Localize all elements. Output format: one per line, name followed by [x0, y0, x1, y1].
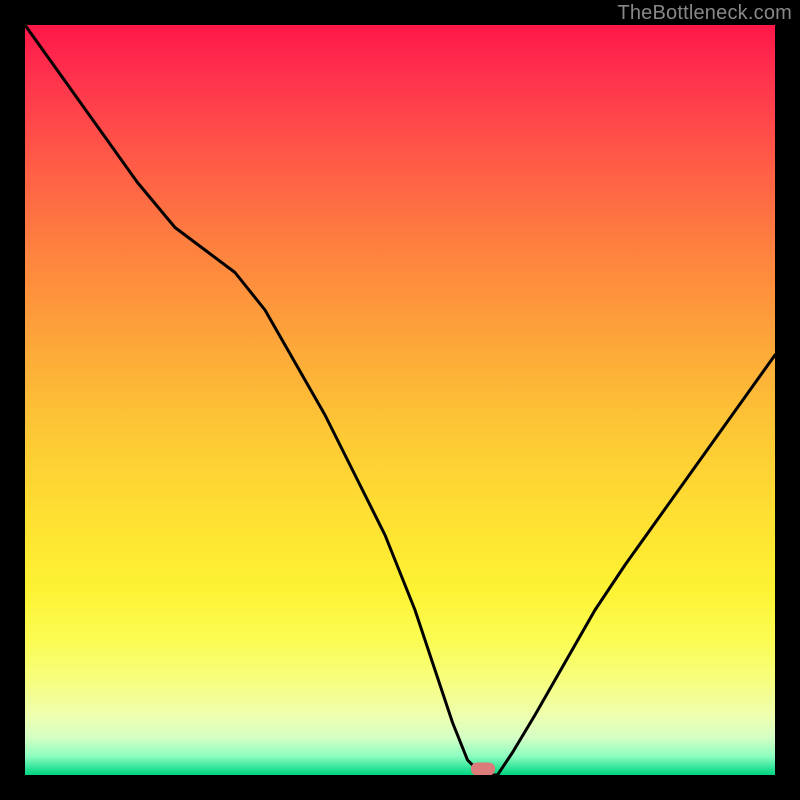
watermark-text: TheBottleneck.com — [617, 2, 792, 25]
plot-area — [25, 25, 775, 775]
chart-frame: TheBottleneck.com — [0, 0, 800, 800]
bottleneck-curve — [25, 25, 775, 775]
minimum-marker — [471, 763, 495, 776]
